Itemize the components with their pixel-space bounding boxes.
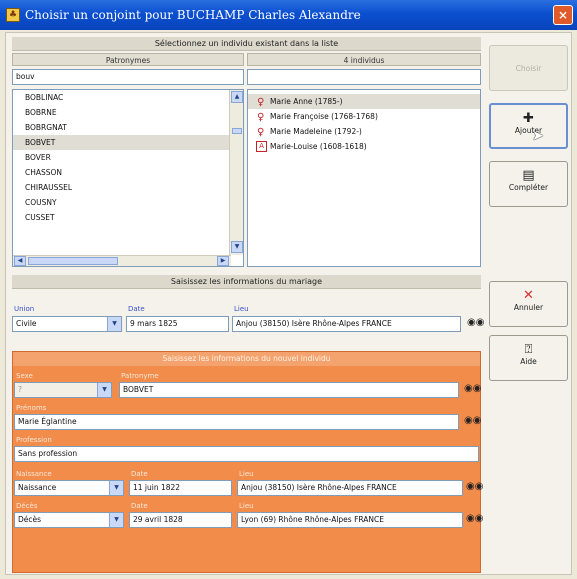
death-label: Décès [16,502,38,510]
list-item[interactable]: BOBRGNAT [13,120,243,135]
death-type-select[interactable]: Décès ▼ [14,512,124,528]
binoculars-icon[interactable]: ◉◉ [466,481,483,492]
individual-filter-input[interactable] [247,69,481,85]
female-icon: ♀ [257,127,265,138]
individual-name: Marie-Louise (1608-1618) [270,142,367,151]
sex-select[interactable]: ? ▼ [14,382,112,398]
profession-label: Profession [16,436,52,444]
cancel-x-icon: ✕ [523,288,534,303]
complete-button[interactable]: ▤ Compléter [489,161,568,207]
scroll-left-icon[interactable]: ◀ [14,256,26,266]
individual-item[interactable]: ♀ Marie Madeleine (1792-) [248,124,480,139]
surnames-column-header: Patronymes [12,53,244,66]
app-icon: ♣ [6,8,20,22]
birth-type-select[interactable]: Naissance ▼ [14,480,124,496]
death-date-input[interactable]: 29 avril 1828 [129,512,232,528]
sex-label: Sexe [16,372,33,380]
list-item[interactable]: BOBLINAC [13,90,243,105]
choose-button[interactable]: Choisir [489,45,568,91]
list-item-selected[interactable]: BOBVET [13,135,243,150]
surname-list-hscrollbar[interactable]: ◀ ▶ [13,255,231,266]
title-bar: ♣ Choisir un conjoint pour BUCHAMP Charl… [0,0,577,30]
death-type-value: Décès [18,515,42,524]
birth-date-label: Date [131,470,148,478]
marriage-date-label: Date [128,305,145,313]
death-place-label: Lieu [239,502,254,510]
given-names-input[interactable]: Marie Églantine [14,414,459,430]
union-label: Union [14,305,35,313]
female-icon: ♀ [257,97,265,108]
chevron-down-icon[interactable]: ▼ [109,513,123,527]
birth-place-label: Lieu [239,470,254,478]
new-surname-input[interactable]: BOBVET [119,382,459,398]
add-button[interactable]: ✚ Ajouter [489,103,568,149]
action-buttons: Choisir ✚ Ajouter ▤ Compléter ✕ Annuler … [485,33,571,574]
help-button[interactable]: ⍰ Aide [489,335,568,381]
sex-value: ? [18,385,22,394]
birth-label: Naissance [16,470,52,478]
new-surname-label: Patronyme [121,372,159,380]
list-item[interactable]: BOBRNE [13,105,243,120]
list-item[interactable]: CUSSET [13,210,243,225]
chevron-down-icon[interactable]: ▼ [97,383,111,397]
window-title: Choisir un conjoint pour BUCHAMP Charles… [25,8,361,22]
birth-type-value: Naissance [18,483,57,492]
individuals-column-header: 4 individus [247,53,481,66]
profession-input[interactable]: Sans profession [14,446,479,462]
plus-icon: ✚ [523,111,534,126]
select-section-header: Sélectionnez un individu existant dans l… [12,37,481,51]
scroll-thumb[interactable] [28,257,118,265]
individual-list[interactable]: ♀ Marie Anne (1785-) ♀ Marie Françoise (… [247,89,481,267]
dialog-body: Sélectionnez un individu existant dans l… [5,32,572,575]
new-person-section-header: Saisissez les informations du nouvel ind… [13,352,480,366]
scroll-up-icon[interactable]: ▲ [231,91,243,103]
binoculars-icon[interactable]: ◉◉ [464,383,481,394]
marriage-place-label: Lieu [234,305,249,313]
marriage-section-header: Saisissez les informations du mariage [12,275,481,289]
list-item[interactable]: CHASSON [13,165,243,180]
union-value: Civile [16,319,37,328]
form-area: Sélectionnez un individu existant dans l… [6,33,484,574]
surname-filter-input[interactable]: bouv [12,69,244,85]
binoculars-icon[interactable]: ◉◉ [467,317,484,328]
individual-name: Marie Françoise (1768-1768) [270,112,378,121]
individual-item[interactable]: A Marie-Louise (1608-1618) [248,139,480,154]
marriage-date-input[interactable]: 9 mars 1825 [126,316,229,332]
cancel-button-label: Annuler [513,303,544,312]
individual-name: Marie Anne (1785-) [270,97,343,106]
portrait-icon: A [256,141,267,152]
individual-item[interactable]: ♀ Marie Anne (1785-) [248,94,480,109]
union-select[interactable]: Civile ▼ [12,316,122,332]
list-item[interactable]: COUSNY [13,195,243,210]
list-item[interactable]: BOVER [13,150,243,165]
scroll-right-icon[interactable]: ▶ [217,256,229,266]
form-icon: ▤ [522,168,535,183]
individual-item[interactable]: ♀ Marie Françoise (1768-1768) [248,109,480,124]
close-icon[interactable]: × [553,5,573,25]
death-date-label: Date [131,502,148,510]
individual-name: Marie Madeleine (1792-) [270,127,362,136]
chevron-down-icon[interactable]: ▼ [107,317,121,331]
complete-button-label: Compléter [508,183,549,192]
help-button-label: Aide [520,357,537,366]
female-icon: ♀ [257,112,265,123]
marriage-place-input[interactable]: Anjou (38150) Isère Rhône-Alpes FRANCE [232,316,461,332]
mouse-cursor-icon: ➤ [532,128,544,144]
surname-list[interactable]: BOBLINAC BOBRNE BOBRGNAT BOBVET BOVER CH… [12,89,244,267]
binoculars-icon[interactable]: ◉◉ [466,513,483,524]
given-names-label: Prénoms [16,404,47,412]
help-icon: ⍰ [524,342,533,357]
death-place-input[interactable]: Lyon (69) Rhône Rhône-Alpes FRANCE [237,512,463,528]
surname-list-vscrollbar[interactable]: ▲ ▼ [229,90,243,255]
new-person-panel: Saisissez les informations du nouvel ind… [12,351,483,573]
scroll-thumb[interactable] [232,128,242,134]
birth-date-input[interactable]: 11 juin 1822 [129,480,232,496]
cancel-button[interactable]: ✕ Annuler [489,281,568,327]
scroll-down-icon[interactable]: ▼ [231,241,243,253]
chevron-down-icon[interactable]: ▼ [109,481,123,495]
birth-place-input[interactable]: Anjou (38150) Isère Rhône-Alpes FRANCE [237,480,463,496]
list-item[interactable]: CHIRAUSSEL [13,180,243,195]
binoculars-icon[interactable]: ◉◉ [464,415,481,426]
